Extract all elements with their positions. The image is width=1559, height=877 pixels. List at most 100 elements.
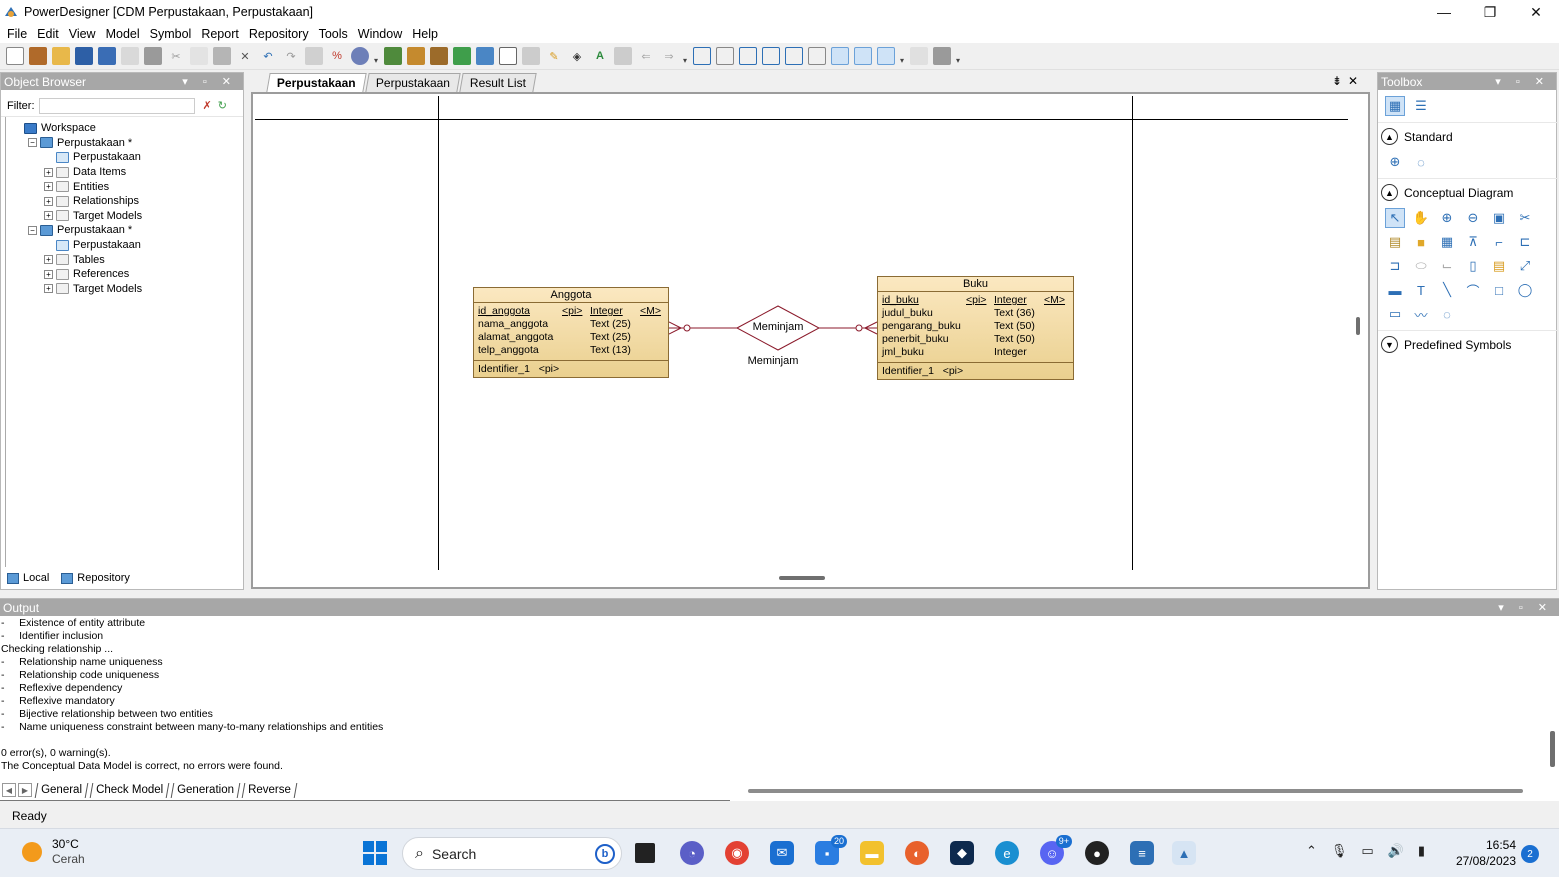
pane-controls-icon[interactable]: ▾ ▫ ✕ <box>182 75 237 88</box>
polyline-tool-icon[interactable]: 〰 <box>1411 304 1431 324</box>
tab-next-arrow-icon[interactable]: ▶ <box>18 783 32 797</box>
zoom-default-icon[interactable] <box>785 47 803 65</box>
tab-perpustakaan-physical[interactable]: Perpustakaan <box>365 73 461 92</box>
menu-report[interactable]: Report <box>196 27 244 41</box>
volume-icon[interactable]: 🔊 <box>1388 843 1404 859</box>
new-model-icon[interactable] <box>29 47 47 65</box>
text-tool-icon[interactable]: T <box>1411 280 1431 300</box>
result-toggle-icon[interactable] <box>877 47 895 65</box>
table-tool-icon[interactable]: ▦ <box>1437 232 1457 252</box>
zoom-out-tool-icon[interactable] <box>716 47 734 65</box>
preview-icon[interactable] <box>910 47 928 65</box>
rectangle-tool-icon[interactable]: □ <box>1489 280 1509 300</box>
copy-icon[interactable] <box>190 47 208 65</box>
menu-edit[interactable]: Edit <box>32 27 64 41</box>
section-standard[interactable]: ▲ Standard <box>1378 125 1556 148</box>
collapse-icon[interactable]: − <box>28 138 37 148</box>
tab-reverse[interactable]: Reverse <box>241 782 298 798</box>
tree-node[interactable]: − Perpustakaan * <box>12 136 239 151</box>
firefox-icon[interactable]: ◐ <box>905 841 929 865</box>
zoom-tool-icon[interactable]: ⊕ <box>1385 152 1405 172</box>
tree-node[interactable]: Perpustakaan <box>12 150 239 165</box>
save-icon[interactable] <box>75 47 93 65</box>
vscode-icon[interactable]: ◆ <box>950 841 974 865</box>
bing-icon[interactable]: b <box>595 843 615 864</box>
ellipse-tool-icon[interactable]: ◯ <box>1515 280 1535 300</box>
grid-icon[interactable] <box>522 47 540 65</box>
tab-generation[interactable]: Generation <box>170 782 241 798</box>
tree-node[interactable]: + Relationships <box>12 194 239 209</box>
repository-icon[interactable] <box>430 47 448 65</box>
tree-node[interactable]: + Tables <box>12 252 239 267</box>
list-view-icon[interactable]: ☰ <box>1411 96 1431 116</box>
expand-icon[interactable]: + <box>44 269 53 279</box>
file-tool-icon[interactable]: ▯ <box>1463 256 1483 276</box>
start-button[interactable] <box>363 841 387 865</box>
browser-toggle-icon[interactable] <box>831 47 849 65</box>
find-icon[interactable]: % <box>328 47 346 65</box>
filter-input[interactable] <box>38 97 195 114</box>
font-icon[interactable]: A <box>591 47 609 65</box>
entity-anggota[interactable]: Anggota id_anggota <pi> Integer <M> nama… <box>473 287 669 378</box>
expand-icon[interactable]: + <box>44 211 53 221</box>
delete-icon[interactable]: ✕ <box>236 47 254 65</box>
open-icon[interactable] <box>52 47 70 65</box>
mail-icon[interactable]: ✉ <box>770 841 794 865</box>
lasso-tool-icon[interactable]: ◌ <box>1411 152 1431 172</box>
zoom-in-tool-icon[interactable] <box>693 47 711 65</box>
tab-result-list[interactable]: Result List <box>459 73 537 92</box>
open-package-tool-icon[interactable]: ▣ <box>1489 208 1509 228</box>
back-icon[interactable]: ⇐ <box>637 47 655 65</box>
canvas-vertical-scrollbar[interactable] <box>1348 94 1368 568</box>
entity-tool-icon[interactable]: ■ <box>1411 232 1431 252</box>
tree-node[interactable]: + Data Items <box>12 165 239 180</box>
pen-icon[interactable]: ✎ <box>545 47 563 65</box>
clock[interactable]: 16:54 27/08/2023 <box>1450 837 1516 869</box>
store-icon[interactable]: ▪ 20 <box>815 835 847 865</box>
note-tool-icon[interactable]: ▤ <box>1489 256 1509 276</box>
zoom-out-tool-icon[interactable]: ⊖ <box>1463 208 1483 228</box>
microphone-icon[interactable]: 🎙 <box>1331 843 1348 859</box>
menu-repository[interactable]: Repository <box>244 27 314 41</box>
ellipse-link-tool-icon[interactable]: ⬭ <box>1411 256 1431 276</box>
toolbar-overflow-4-icon[interactable]: ▾ <box>956 47 962 65</box>
file-explorer-icon[interactable]: ▬ <box>860 841 884 865</box>
polygon-tool-icon[interactable]: ◌ <box>1437 304 1457 324</box>
toolbar-overflow-3-icon[interactable]: ▾ <box>900 47 906 65</box>
delete-tool-icon[interactable]: ✂ <box>1515 208 1535 228</box>
process-tool-icon[interactable]: ▬ <box>1385 280 1405 300</box>
print-preview-icon[interactable] <box>121 47 139 65</box>
battery-icon[interactable]: ▮ <box>1418 843 1425 859</box>
output-controls-icon[interactable]: ▾ ▫ ✕ <box>1498 601 1553 614</box>
toolbox-controls-icon[interactable]: ▾ ▫ ✕ <box>1495 75 1550 88</box>
dependency-tool-icon[interactable]: ⌙ <box>1437 256 1457 276</box>
powerdesigner-taskbar-icon[interactable]: ▲ <box>1172 841 1196 865</box>
properties-icon[interactable] <box>305 47 323 65</box>
expand-icon[interactable]: + <box>44 167 53 177</box>
redo-icon[interactable]: ↷ <box>282 47 300 65</box>
tree-node[interactable]: − Perpustakaan * <box>12 223 239 238</box>
toolbar-overflow-icon[interactable]: ▾ <box>374 47 380 65</box>
line-tool-icon[interactable]: ╲ <box>1437 280 1457 300</box>
obs-icon[interactable]: ● <box>1085 841 1109 865</box>
forward-icon[interactable]: ⇒ <box>660 47 678 65</box>
tray-overflow-icon[interactable]: ⌃ <box>1306 843 1317 859</box>
relationship-tool-icon[interactable]: ⌐ <box>1489 232 1509 252</box>
chrome-icon[interactable]: ◉ <box>725 841 749 865</box>
menu-model[interactable]: Model <box>101 27 145 41</box>
filter-clear-icon[interactable]: ✗ <box>203 99 212 112</box>
task-view-icon[interactable] <box>635 843 655 863</box>
notepad-icon[interactable]: ≡ <box>1130 841 1154 865</box>
minimize-button[interactable]: — <box>1421 0 1467 24</box>
tab-local[interactable]: Local <box>7 572 49 584</box>
horizontal-scroll-thumb[interactable] <box>779 576 825 580</box>
expand-icon[interactable]: + <box>44 284 53 294</box>
menu-tools[interactable]: Tools <box>314 27 353 41</box>
rounded-rectangle-tool-icon[interactable]: ▭ <box>1385 304 1405 324</box>
entity-buku[interactable]: Buku id_buku <pi> Integer <M> judul_buku… <box>877 276 1074 380</box>
impact-icon[interactable] <box>476 47 494 65</box>
menu-file[interactable]: File <box>2 27 32 41</box>
association-tool-icon[interactable]: ⊏ <box>1515 232 1535 252</box>
toolbar-overflow-2-icon[interactable]: ▾ <box>683 47 689 65</box>
expand-icon[interactable]: + <box>44 255 53 265</box>
